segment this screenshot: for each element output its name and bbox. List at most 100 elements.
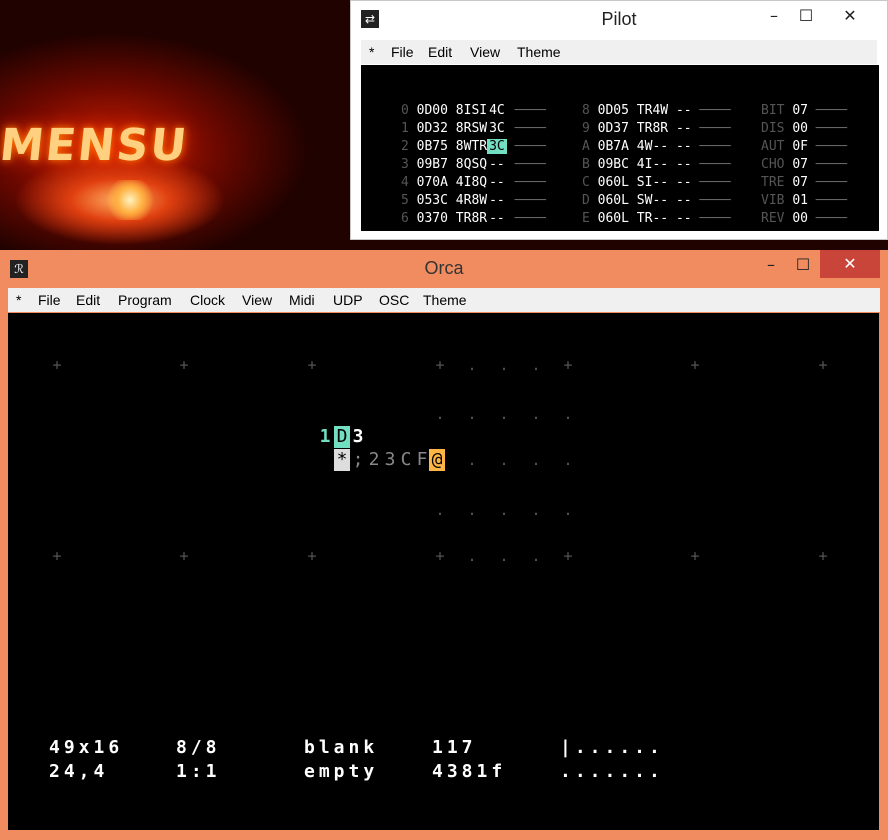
channel-level-line: ──── — [506, 121, 546, 136]
menu-view[interactable]: View — [242, 292, 272, 308]
channel-value: 4C — [489, 103, 505, 118]
maximize-icon[interactable]: ☐ — [788, 254, 818, 276]
effect-name: REV — [761, 211, 785, 226]
channel-value: -- — [675, 193, 692, 208]
channel-value: 3C — [487, 139, 507, 154]
effect-value: 00 — [792, 121, 808, 136]
grid-cell[interactable]: 3 — [350, 426, 366, 448]
channel-addr: 0B7A — [597, 139, 629, 154]
effect-level-line: ──── — [807, 103, 848, 118]
grid-cell[interactable]: 1 — [317, 426, 333, 448]
orca-grid[interactable]: 1 D 3 * ; 2 3 C F @ 49x16 8/8 blank 117 … — [8, 313, 879, 830]
pilot-channel-row: 1 0D32 8RSW 3C ──── — [401, 121, 546, 137]
menu-midi[interactable]: Midi — [289, 292, 315, 308]
pilot-screen: 0 0D00 8ISI 4C ──── 1 0D32 8RSW 3C ──── 2 0B… — [361, 65, 879, 231]
channel-level-line: ──── — [506, 157, 546, 172]
effect-value: 00 — [792, 211, 808, 226]
minimize-icon[interactable]: – — [759, 5, 789, 27]
menu-theme[interactable]: Theme — [517, 44, 561, 60]
channel-index: B — [582, 157, 590, 172]
channel-value: -- — [675, 139, 692, 154]
menu-clock[interactable]: Clock — [190, 292, 225, 308]
menu-edit[interactable]: Edit — [76, 292, 100, 308]
pilot-channel-row: B 09BC 4I-- -- ──── — [582, 157, 731, 173]
channel-code: 8QSQ — [455, 157, 488, 172]
effect-value: 0F — [792, 139, 808, 154]
menu-theme[interactable]: Theme — [423, 292, 467, 308]
menu-file[interactable]: File — [391, 44, 414, 60]
grid-cell[interactable]: C — [398, 449, 414, 471]
grid-dot: . — [499, 405, 509, 423]
pilot-effect-row: VIB 01 ──── — [761, 193, 847, 209]
channel-addr: 070A — [416, 175, 448, 190]
effect-name: BIT — [761, 103, 785, 118]
channel-addr: 0D00 — [416, 103, 448, 118]
channel-addr: 0370 — [416, 211, 448, 226]
menu-file[interactable]: File — [38, 292, 61, 308]
channel-level-line: ──── — [691, 139, 731, 154]
channel-value: -- — [489, 175, 505, 190]
menu-star[interactable]: * — [369, 44, 374, 60]
grid-cursor[interactable]: @ — [429, 449, 445, 471]
orca-window: ℛ Orca – ☐ ✕ * File Edit Program Clock V… — [0, 250, 888, 840]
pilot-titlebar[interactable]: ⇄ Pilot – ☐ ✕ — [351, 1, 887, 37]
channel-index: 3 — [401, 157, 409, 172]
pilot-effect-row: AUT 0F ──── — [761, 139, 847, 155]
effect-value: 01 — [792, 193, 808, 208]
status-monitor: |...... — [560, 737, 664, 758]
orca-titlebar[interactable]: ℛ Orca – ☐ ✕ — [0, 250, 888, 286]
grid-cell[interactable]: F — [414, 449, 430, 471]
menu-program[interactable]: Program — [118, 292, 172, 308]
close-icon[interactable]: ✕ — [835, 5, 865, 27]
channel-code: 8ISI — [455, 103, 488, 118]
pilot-effect-row: BIT 07 ──── — [761, 103, 847, 119]
grid-dot: . — [499, 547, 509, 565]
menu-view[interactable]: View — [470, 44, 500, 60]
status-hash: 4381f — [432, 761, 507, 782]
grid-dot: . — [467, 451, 477, 469]
grid-dot: . — [499, 356, 509, 374]
effect-level-line: ──── — [807, 175, 848, 190]
channel-level-line: ──── — [506, 211, 546, 226]
grid-cell[interactable]: 2 — [366, 449, 382, 471]
channel-value: -- — [489, 211, 505, 226]
minimize-icon[interactable]: – — [756, 254, 786, 276]
menu-osc[interactable]: OSC — [379, 292, 409, 308]
maximize-icon[interactable]: ☐ — [791, 5, 821, 27]
status-frame: 8/8 — [176, 737, 221, 758]
channel-index: D — [582, 193, 590, 208]
menu-edit[interactable]: Edit — [428, 44, 452, 60]
pilot-channel-row: D 060L SW-- -- ──── — [582, 193, 731, 209]
status-selection: 1:1 — [176, 761, 221, 782]
channel-index: A — [582, 139, 590, 154]
pilot-menubar: * File Edit View Theme — [361, 40, 877, 64]
grid-cell[interactable]: * — [334, 449, 350, 471]
grid-cell[interactable]: ; — [350, 449, 366, 471]
close-icon[interactable]: ✕ — [820, 250, 880, 278]
channel-code: 4W-- — [636, 139, 669, 154]
channel-index: C — [582, 175, 590, 190]
menu-star[interactable]: * — [16, 292, 21, 308]
channel-code: 4I-- — [636, 157, 669, 172]
channel-code: TR-- — [636, 211, 669, 226]
grid-dot: . — [435, 405, 445, 423]
status-cursor-position: 24,4 — [49, 761, 109, 782]
channel-index: 6 — [401, 211, 409, 226]
effect-name: VIB — [761, 193, 785, 208]
pilot-channel-row: 4 070A 4I8Q -- ──── — [401, 175, 546, 191]
effect-level-line: ──── — [807, 121, 848, 136]
grid-cell[interactable]: D — [334, 426, 350, 448]
orca-menubar: * File Edit Program Clock View Midi UDP … — [8, 288, 880, 312]
effect-value: 07 — [792, 103, 808, 118]
channel-addr: 0B75 — [416, 139, 448, 154]
pilot-effect-row: CHO 07 ──── — [761, 157, 847, 173]
grid-marker: + — [307, 356, 317, 374]
grid-dot: . — [499, 501, 509, 519]
channel-index: 9 — [582, 121, 590, 136]
grid-cell[interactable]: 3 — [382, 449, 398, 471]
grid-dot: . — [467, 356, 477, 374]
grid-dot: . — [467, 547, 477, 565]
channel-code: TR8R — [455, 211, 488, 226]
grid-marker: + — [690, 356, 700, 374]
menu-udp[interactable]: UDP — [333, 292, 363, 308]
